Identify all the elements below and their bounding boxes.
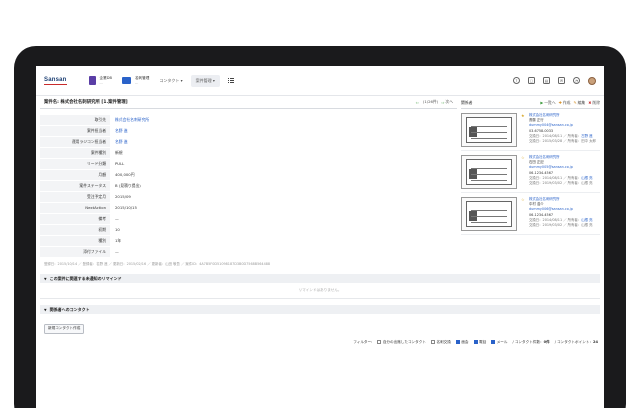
field-label: NextAction	[40, 202, 110, 213]
edit-button[interactable]: ✎ 編集	[573, 96, 585, 108]
field-label: 種別	[40, 235, 110, 246]
field-label: 案件ステータス	[40, 180, 110, 191]
help-icon[interactable]: ?	[513, 77, 520, 84]
card-owner[interactable]: 古野 進	[581, 134, 592, 138]
delete-button[interactable]: ✖ 削除	[588, 96, 600, 108]
deal-title-bar: 案件名: 株式会社名刺研究所 [1.案件管理] ⇦ (1/26件) ⇨ 次へ	[40, 96, 457, 109]
card-last-exchange: 交換日：2019/03/02 ／ 所有者：山根 亮	[529, 223, 593, 228]
message-icon[interactable]: ✉	[558, 77, 565, 84]
reminder-section-header[interactable]: ▼ この案件に関連する未通知のリマインド	[40, 274, 600, 283]
next-button[interactable]: ⇨ 次へ	[441, 99, 453, 105]
delete-icon: ✖	[588, 99, 592, 105]
field-value: PULL	[115, 161, 125, 166]
checkbox-icon	[430, 339, 435, 344]
business-card-image[interactable]	[461, 155, 517, 189]
company-db-icon	[88, 76, 96, 85]
filter-card-exchange[interactable]: 名刺交換	[430, 339, 451, 345]
field-value: 新規	[115, 149, 123, 155]
checkbox-checked-icon	[455, 339, 460, 344]
edit-icon: ✎	[573, 99, 577, 105]
field-value: 2015/10/15	[115, 205, 137, 210]
create-icon: ✚	[558, 99, 562, 105]
field-label: 運用ラジコン担当者	[40, 136, 110, 147]
list-icon: ▶	[540, 99, 544, 105]
checkbox-checked-icon	[491, 339, 496, 344]
field-label: 受注予定月	[40, 191, 110, 202]
filter-email[interactable]: メール	[491, 339, 507, 345]
deal-fields: 取引先 株式会社名刺研究所 案件担当者 名野 進 運用ラジコン担当者 名野 進 案件種…	[40, 114, 457, 257]
checkbox-checked-icon	[473, 339, 478, 344]
caret-down-icon: ▼	[44, 307, 47, 312]
laptop-frame: Sansan 企業DB --- 名刺管理 --- コンタクト ▾ 案件管理 ▾ ? …	[14, 46, 626, 408]
checkbox-icon	[377, 339, 382, 344]
field-value-owner[interactable]: 名野 進	[110, 128, 128, 134]
menu-contacts[interactable]: コンタクト ▾	[159, 78, 182, 84]
contact-card[interactable]: ★ 株式会社名刺研究所 斎藤 正行 dummy004@sansan.co.jp …	[461, 113, 600, 151]
filter-own-contacts[interactable]: 自分の出席したコンタクト	[377, 339, 426, 345]
field-label: 取引先	[40, 114, 110, 125]
related-title: 関係者	[461, 100, 473, 105]
top-navigation: Sansan 企業DB --- 名刺管理 --- コンタクト ▾ 案件管理 ▾ ? …	[36, 66, 604, 96]
deal-title: 株式会社名刺研究所 [1.案件管理]	[60, 100, 128, 105]
caret-down-icon: ▼	[44, 276, 47, 281]
card-last-exchange: 交換日：2019/03/02 ／ 所有者：山根 亮	[529, 181, 593, 186]
field-label: 添付ファイル	[40, 246, 110, 257]
field-value: —	[115, 216, 119, 221]
business-card-image[interactable]	[461, 197, 517, 231]
contact-card[interactable]: ☆ 株式会社名刺研究所 中村 浩介 dummy006@sansan.co.jp …	[461, 197, 600, 235]
contact-filter: フィルター: 自分の出席したコンタクト 名刺交換 面会 電話 メール / コンタ…	[36, 334, 604, 345]
related-people-panel: 関係者 ▶ 一覧へ ✚ 作成 ✎ 編集 ✖ 削除 ★ 株式会社名刺研究所 斎藤 正行 d…	[457, 96, 600, 266]
bell-icon[interactable]: ◔	[573, 77, 580, 84]
app-screen: Sansan 企業DB --- 名刺管理 --- コンタクト ▾ 案件管理 ▾ ? …	[36, 66, 604, 408]
card-last-exchange: 交換日：2015/03/28 ／ 所有者：田中 太郎	[529, 139, 596, 144]
deal-detail: 案件名: 株式会社名刺研究所 [1.案件管理] ⇦ (1/26件) ⇨ 次へ 取引…	[40, 96, 457, 266]
field-value: 400,000円	[115, 171, 135, 177]
field-label: 月額	[40, 169, 110, 180]
field-value: 1年	[115, 237, 122, 243]
sansan-logo[interactable]: Sansan	[44, 77, 67, 85]
record-meta: 登録日：2015/10/14 ／ 登録者：名野 進 ／ 更新日：2015/02/…	[44, 262, 271, 266]
field-value-operator[interactable]: 名野 進	[110, 139, 128, 145]
deal-title-prefix: 案件名:	[44, 100, 59, 105]
create-button[interactable]: ✚ 作成	[559, 96, 571, 108]
field-value: 10	[115, 227, 120, 232]
field-value: 2015/09	[115, 194, 131, 199]
contact-card[interactable]: ☆ 株式会社名刺研究所 石田 正記 dummy005@sansan.co.jp …	[461, 155, 600, 193]
field-label: 初期	[40, 224, 110, 235]
card-owner[interactable]: 山根 亮	[581, 218, 592, 222]
contact-section-header[interactable]: ▼ 関係者へのコンタクト	[40, 305, 600, 314]
scan-icon[interactable]: ▢	[528, 77, 535, 84]
business-card-image[interactable]	[461, 113, 517, 147]
contact-count: / コンタクト件数：0件	[512, 339, 550, 344]
field-value: —	[115, 249, 119, 254]
star-icon[interactable]: ★	[521, 113, 525, 147]
filter-phone[interactable]: 電話	[473, 339, 486, 345]
arrow-left-icon: ⇦	[415, 99, 419, 105]
new-contact-button[interactable]: 新規コンタクト作成	[44, 323, 85, 334]
card-management-icon	[121, 77, 131, 84]
menu-deals[interactable]: 案件管理 ▾	[190, 74, 220, 87]
card-icon[interactable]: ▤	[543, 77, 550, 84]
app-grid-icon[interactable]	[227, 77, 234, 84]
field-label: 案件担当者	[40, 125, 110, 136]
field-value: B (見積り提出)	[115, 182, 141, 188]
field-label: 備考	[40, 213, 110, 224]
arrow-right-icon: ⇨	[441, 99, 445, 105]
card-management-app[interactable]: 名刺管理 ---	[121, 76, 149, 86]
star-icon[interactable]: ☆	[521, 155, 525, 189]
star-icon[interactable]: ☆	[521, 197, 525, 231]
reminder-empty-message: リマインドはありません。	[40, 283, 600, 299]
prev-button[interactable]: ⇦	[416, 99, 420, 105]
field-label: 案件種別	[40, 147, 110, 158]
filter-meeting[interactable]: 面会	[455, 339, 469, 345]
filter-label: フィルター:	[353, 339, 373, 344]
company-db-app[interactable]: 企業DB ---	[88, 76, 112, 86]
list-button[interactable]: ▶ 一覧へ	[540, 96, 555, 108]
record-counter: (1/26件)	[422, 99, 439, 104]
field-value-client[interactable]: 株式会社名刺研究所	[110, 117, 149, 123]
contact-points: / コンタクトポイント：24	[554, 339, 598, 344]
field-label: リード分類	[40, 158, 110, 169]
card-owner[interactable]: 山根 亮	[581, 176, 592, 180]
avatar[interactable]	[588, 76, 596, 85]
